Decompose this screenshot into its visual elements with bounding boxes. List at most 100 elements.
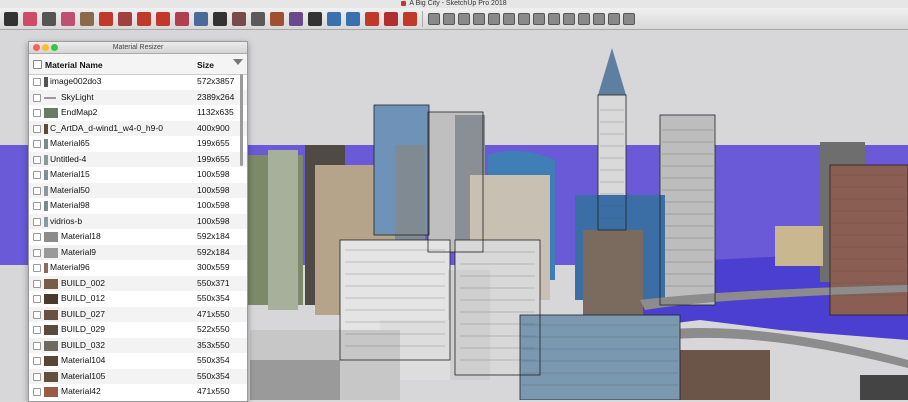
hidden-line-icon[interactable]	[548, 12, 560, 25]
main-toolbar	[0, 8, 908, 30]
material-size: 550x371	[197, 277, 230, 288]
pan-icon[interactable]	[289, 11, 303, 26]
filter-icon[interactable]	[233, 59, 243, 65]
row-checkbox[interactable]	[33, 310, 41, 319]
row-checkbox[interactable]	[33, 233, 41, 241]
material-name: Material65	[50, 138, 90, 148]
column-header-name[interactable]: Material Name	[45, 60, 103, 70]
row-checkbox[interactable]	[33, 357, 41, 365]
list-item[interactable]: BUILD_027 471x550	[29, 306, 247, 322]
protractor-icon[interactable]	[251, 11, 265, 26]
iso-view-icon[interactable]	[428, 12, 440, 25]
monochrome-icon[interactable]	[593, 12, 605, 25]
row-checkbox[interactable]	[33, 109, 41, 117]
list-item[interactable]: BUILD_012 550x354	[29, 291, 247, 307]
textured-icon[interactable]	[578, 12, 590, 25]
material-size: 2389x264	[197, 91, 235, 102]
scale-icon[interactable]	[175, 11, 189, 26]
list-item[interactable]: C_ArtDA_d-wind1_w4-0_h9-0 400x900	[29, 120, 247, 136]
panel-title-bar: Material Resizer	[29, 42, 247, 54]
wireframe-icon[interactable]	[533, 12, 545, 25]
row-checkbox[interactable]	[33, 388, 41, 396]
list-item[interactable]: image002do3 572x3857	[29, 74, 247, 90]
tape-measure-icon[interactable]	[194, 11, 208, 26]
window-title-bar: A Big City - SketchUp Pro 2018	[0, 0, 908, 8]
row-checkbox[interactable]	[33, 140, 41, 148]
list-item[interactable]: Material15 100x598	[29, 167, 247, 183]
row-checkbox[interactable]	[33, 124, 41, 133]
arc-icon[interactable]	[61, 11, 75, 26]
zoom-button[interactable]	[51, 44, 58, 51]
row-checkbox[interactable]	[33, 372, 41, 381]
extension-warehouse-icon[interactable]	[384, 11, 398, 26]
row-checkbox[interactable]	[33, 186, 41, 195]
text-icon[interactable]	[213, 11, 227, 26]
select-all-checkbox[interactable]	[33, 60, 42, 69]
front-view-icon[interactable]	[458, 12, 470, 25]
row-checkbox[interactable]	[33, 295, 41, 303]
material-size: 100x598	[197, 169, 230, 179]
list-item[interactable]: Untitled-4 199x655	[29, 151, 247, 167]
line-icon[interactable]	[42, 11, 56, 26]
3d-warehouse-icon[interactable]	[365, 11, 379, 26]
list-item[interactable]: Material50 100x598	[29, 182, 247, 198]
material-swatch	[44, 154, 48, 165]
row-checkbox[interactable]	[33, 279, 41, 288]
select-icon[interactable]	[4, 11, 18, 26]
list-item[interactable]: SkyLight 2389x264	[29, 89, 247, 105]
list-item[interactable]: Material42 471x550	[29, 384, 247, 400]
material-name: Material96	[50, 262, 90, 272]
material-size: 100x598	[197, 215, 230, 226]
right-view-icon[interactable]	[473, 12, 485, 25]
row-checkbox[interactable]	[33, 93, 41, 102]
shape-icon[interactable]	[80, 11, 94, 26]
rotate-icon[interactable]	[156, 11, 170, 26]
list-item[interactable]: Material18 592x184	[29, 229, 247, 245]
list-item[interactable]: EndMap2 1132x635	[29, 105, 247, 121]
layout-icon[interactable]	[403, 11, 417, 26]
row-checkbox[interactable]	[33, 264, 41, 272]
material-swatch	[44, 278, 58, 289]
back-view-icon[interactable]	[488, 12, 500, 25]
orbit-icon[interactable]	[270, 11, 284, 26]
close-button[interactable]	[33, 44, 40, 51]
list-item[interactable]: Material104 550x354	[29, 353, 247, 369]
list-item[interactable]: BUILD_032 353x550	[29, 337, 247, 353]
scrollbar[interactable]	[240, 74, 243, 166]
push-pull-icon[interactable]	[99, 11, 113, 26]
row-checkbox[interactable]	[33, 326, 41, 334]
material-resizer-icon[interactable]	[623, 12, 635, 25]
section-icon[interactable]	[608, 12, 620, 25]
left-view-icon[interactable]	[503, 12, 515, 25]
list-item[interactable]: Material96 300x559	[29, 260, 247, 276]
row-checkbox[interactable]	[33, 155, 41, 164]
row-checkbox[interactable]	[33, 202, 41, 210]
top-view-icon[interactable]	[443, 12, 455, 25]
paint-bucket-icon[interactable]	[346, 11, 360, 26]
shaded-icon[interactable]	[563, 12, 575, 25]
list-item[interactable]: BUILD_002 550x371	[29, 275, 247, 291]
xray-icon[interactable]	[518, 12, 530, 25]
axes-icon[interactable]	[232, 11, 246, 26]
list-item[interactable]: Material9 592x184	[29, 244, 247, 260]
column-header-size[interactable]: Size	[197, 60, 214, 70]
eraser-icon[interactable]	[23, 11, 37, 26]
list-item[interactable]: Material98 100x598	[29, 198, 247, 214]
material-swatch	[44, 356, 58, 366]
row-checkbox[interactable]	[33, 341, 41, 350]
offset-icon[interactable]	[118, 11, 132, 26]
zoom-icon[interactable]	[308, 11, 322, 26]
list-item[interactable]: BUILD_029 522x550	[29, 322, 247, 338]
list-item[interactable]: Material105 550x354	[29, 368, 247, 384]
move-icon[interactable]	[137, 11, 151, 26]
row-checkbox[interactable]	[33, 78, 41, 86]
material-name: BUILD_002	[61, 277, 105, 288]
list-item[interactable]: Material65 199x655	[29, 136, 247, 152]
zoom-extents-icon[interactable]	[327, 11, 341, 26]
row-checkbox[interactable]	[33, 217, 41, 226]
minimize-button[interactable]	[42, 44, 49, 51]
row-checkbox[interactable]	[33, 248, 41, 257]
material-size: 1132x635	[197, 107, 234, 117]
list-item[interactable]: vidrios-b 100x598	[29, 213, 247, 229]
row-checkbox[interactable]	[33, 171, 41, 179]
